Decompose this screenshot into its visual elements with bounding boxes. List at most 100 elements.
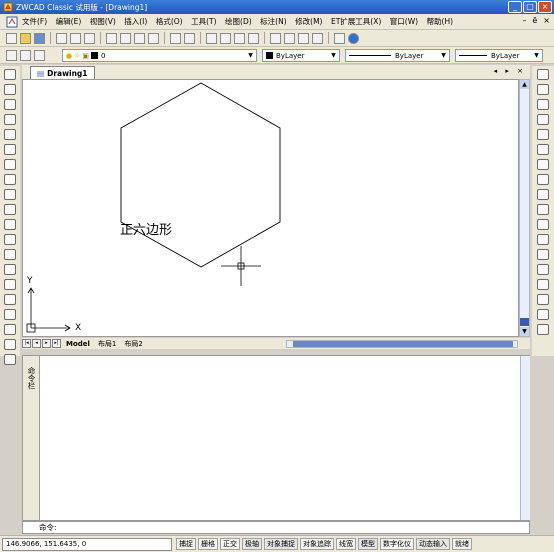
region-icon[interactable] [4, 294, 16, 305]
pan-icon[interactable] [206, 32, 217, 44]
save-icon[interactable] [34, 32, 45, 44]
move-icon[interactable] [537, 144, 549, 155]
scroll-up-icon[interactable]: ▲ [520, 80, 529, 89]
design-center-icon[interactable] [284, 32, 295, 44]
tab-layout2[interactable]: 布局2 [120, 339, 146, 349]
menu-edit[interactable]: 编辑(E) [56, 16, 82, 27]
erase-icon[interactable] [537, 69, 549, 80]
point-icon[interactable] [4, 264, 16, 275]
menu-modify[interactable]: 修改(M) [295, 16, 322, 27]
spline-icon[interactable] [4, 189, 16, 200]
circle-icon[interactable] [4, 159, 16, 170]
print-preview-icon[interactable] [70, 32, 81, 44]
menu-help[interactable]: 帮助(H) [427, 16, 454, 27]
tool-palettes-icon[interactable] [298, 32, 309, 44]
color-dropdown[interactable]: ByLayer ▼ [262, 49, 340, 62]
first-tab-icon[interactable]: |◂ [22, 339, 31, 348]
scroll-thumb[interactable] [293, 341, 513, 347]
stretch-icon[interactable] [537, 189, 549, 200]
chevron-down-icon[interactable]: ▼ [532, 51, 541, 60]
toggle-ortho[interactable]: 正交 [220, 538, 240, 550]
layer-manager-icon[interactable] [6, 49, 17, 61]
explode-icon[interactable] [537, 309, 549, 320]
toggle-osnap[interactable]: 对象捕捉 [264, 538, 298, 550]
layer-dropdown[interactable]: ● ☼ ▣ 0 ▼ [62, 49, 257, 62]
layer-previous-icon[interactable] [20, 49, 31, 61]
menu-format[interactable]: 格式(O) [156, 16, 183, 27]
properties-icon[interactable] [270, 32, 281, 44]
menu-draw[interactable]: 绘图(D) [225, 16, 252, 27]
array-icon[interactable] [537, 129, 549, 140]
line-icon[interactable] [4, 69, 16, 80]
ellipse-icon[interactable] [4, 174, 16, 185]
doc-close-button[interactable]: × [543, 16, 550, 25]
boundary-icon[interactable] [4, 324, 16, 335]
minimize-button[interactable]: _ [508, 1, 522, 13]
new-icon[interactable] [6, 32, 17, 44]
find-icon[interactable] [334, 32, 345, 44]
menu-dimension[interactable]: 标注(N) [260, 16, 286, 27]
extend-icon[interactable] [537, 234, 549, 245]
toggle-lineweight[interactable]: 线宽 [336, 538, 356, 550]
calculator-icon[interactable] [312, 32, 323, 44]
undo-icon[interactable] [170, 32, 181, 44]
menu-et-express[interactable]: ET扩展工具(X) [331, 16, 381, 27]
mirror-icon[interactable] [537, 99, 549, 110]
zoom-realtime-icon[interactable] [220, 32, 231, 44]
command-scrollbar[interactable] [520, 356, 530, 520]
chevron-down-icon[interactable]: ▼ [439, 51, 448, 60]
rectangle-icon[interactable] [4, 129, 16, 140]
canvas-vertical-scrollbar[interactable]: ▲ ▼ [519, 79, 530, 337]
toggle-digitizer[interactable]: 数字化仪 [380, 538, 414, 550]
next-tab-icon[interactable]: ▸ [42, 339, 51, 348]
wipeout-icon[interactable] [4, 309, 16, 320]
arc-icon[interactable] [4, 144, 16, 155]
polygon-icon[interactable] [4, 114, 16, 125]
chevron-down-icon[interactable]: ▼ [329, 51, 338, 60]
last-tab-icon[interactable]: ▸| [52, 339, 61, 348]
tab-layout1[interactable]: 布局1 [94, 339, 120, 349]
zoom-previous-icon[interactable] [248, 32, 259, 44]
join-icon[interactable] [537, 264, 549, 275]
hatch-icon[interactable] [4, 279, 16, 290]
lengthen-icon[interactable] [537, 204, 549, 215]
doc-restore-button[interactable]: ē [532, 16, 537, 25]
menu-insert[interactable]: 插入(I) [124, 16, 147, 27]
revision-cloud-icon[interactable] [4, 219, 16, 230]
scroll-thumb[interactable] [520, 318, 529, 326]
lineweight-dropdown[interactable]: ByLayer ▼ [455, 49, 543, 62]
maximize-button[interactable]: □ [523, 1, 537, 13]
insert-block-icon[interactable] [4, 234, 16, 245]
document-icon[interactable] [6, 16, 18, 28]
canvas-horizontal-scrollbar[interactable] [286, 340, 518, 348]
doc-minimize-button[interactable]: – [522, 16, 526, 25]
tab-drawing1[interactable]: ▤ Drawing1 [30, 66, 95, 79]
rotate-icon[interactable] [537, 159, 549, 170]
chevron-down-icon[interactable]: ▼ [246, 51, 255, 60]
redo-icon[interactable] [184, 32, 195, 44]
drawing-canvas[interactable]: 正六边形 Y X [22, 79, 519, 337]
polyline-icon[interactable] [4, 99, 16, 110]
scale-icon[interactable] [537, 174, 549, 185]
fillet-icon[interactable] [537, 294, 549, 305]
command-line[interactable]: 命令: [22, 521, 530, 534]
break-icon[interactable] [537, 249, 549, 260]
match-properties-icon[interactable] [148, 32, 159, 44]
menu-view[interactable]: 视图(V) [90, 16, 116, 27]
prev-tab-icon[interactable]: ◂ [32, 339, 41, 348]
properties-panel-icon[interactable] [537, 324, 549, 335]
hexagon-shape[interactable] [120, 82, 281, 268]
chamfer-icon[interactable] [537, 279, 549, 290]
menu-file[interactable]: 文件(F) [22, 16, 47, 27]
offset-icon[interactable] [537, 114, 549, 125]
toggle-polar[interactable]: 极轴 [242, 538, 262, 550]
scroll-down-icon[interactable]: ▼ [520, 327, 529, 336]
table-icon[interactable] [4, 339, 16, 350]
tab-navigation[interactable]: ◂ ▸ × [494, 67, 526, 75]
print-icon[interactable] [56, 32, 67, 44]
command-history[interactable] [39, 356, 520, 520]
ray-icon[interactable] [4, 84, 16, 95]
menu-tools[interactable]: 工具(T) [191, 16, 216, 27]
ellipse-arc-icon[interactable] [4, 204, 16, 215]
copy-object-icon[interactable] [537, 84, 549, 95]
